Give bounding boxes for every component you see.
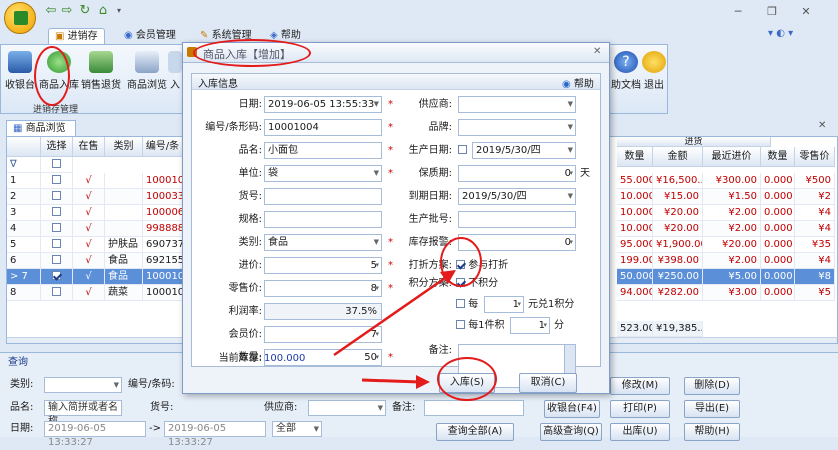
- annotation-arrows: [333, 237, 482, 389]
